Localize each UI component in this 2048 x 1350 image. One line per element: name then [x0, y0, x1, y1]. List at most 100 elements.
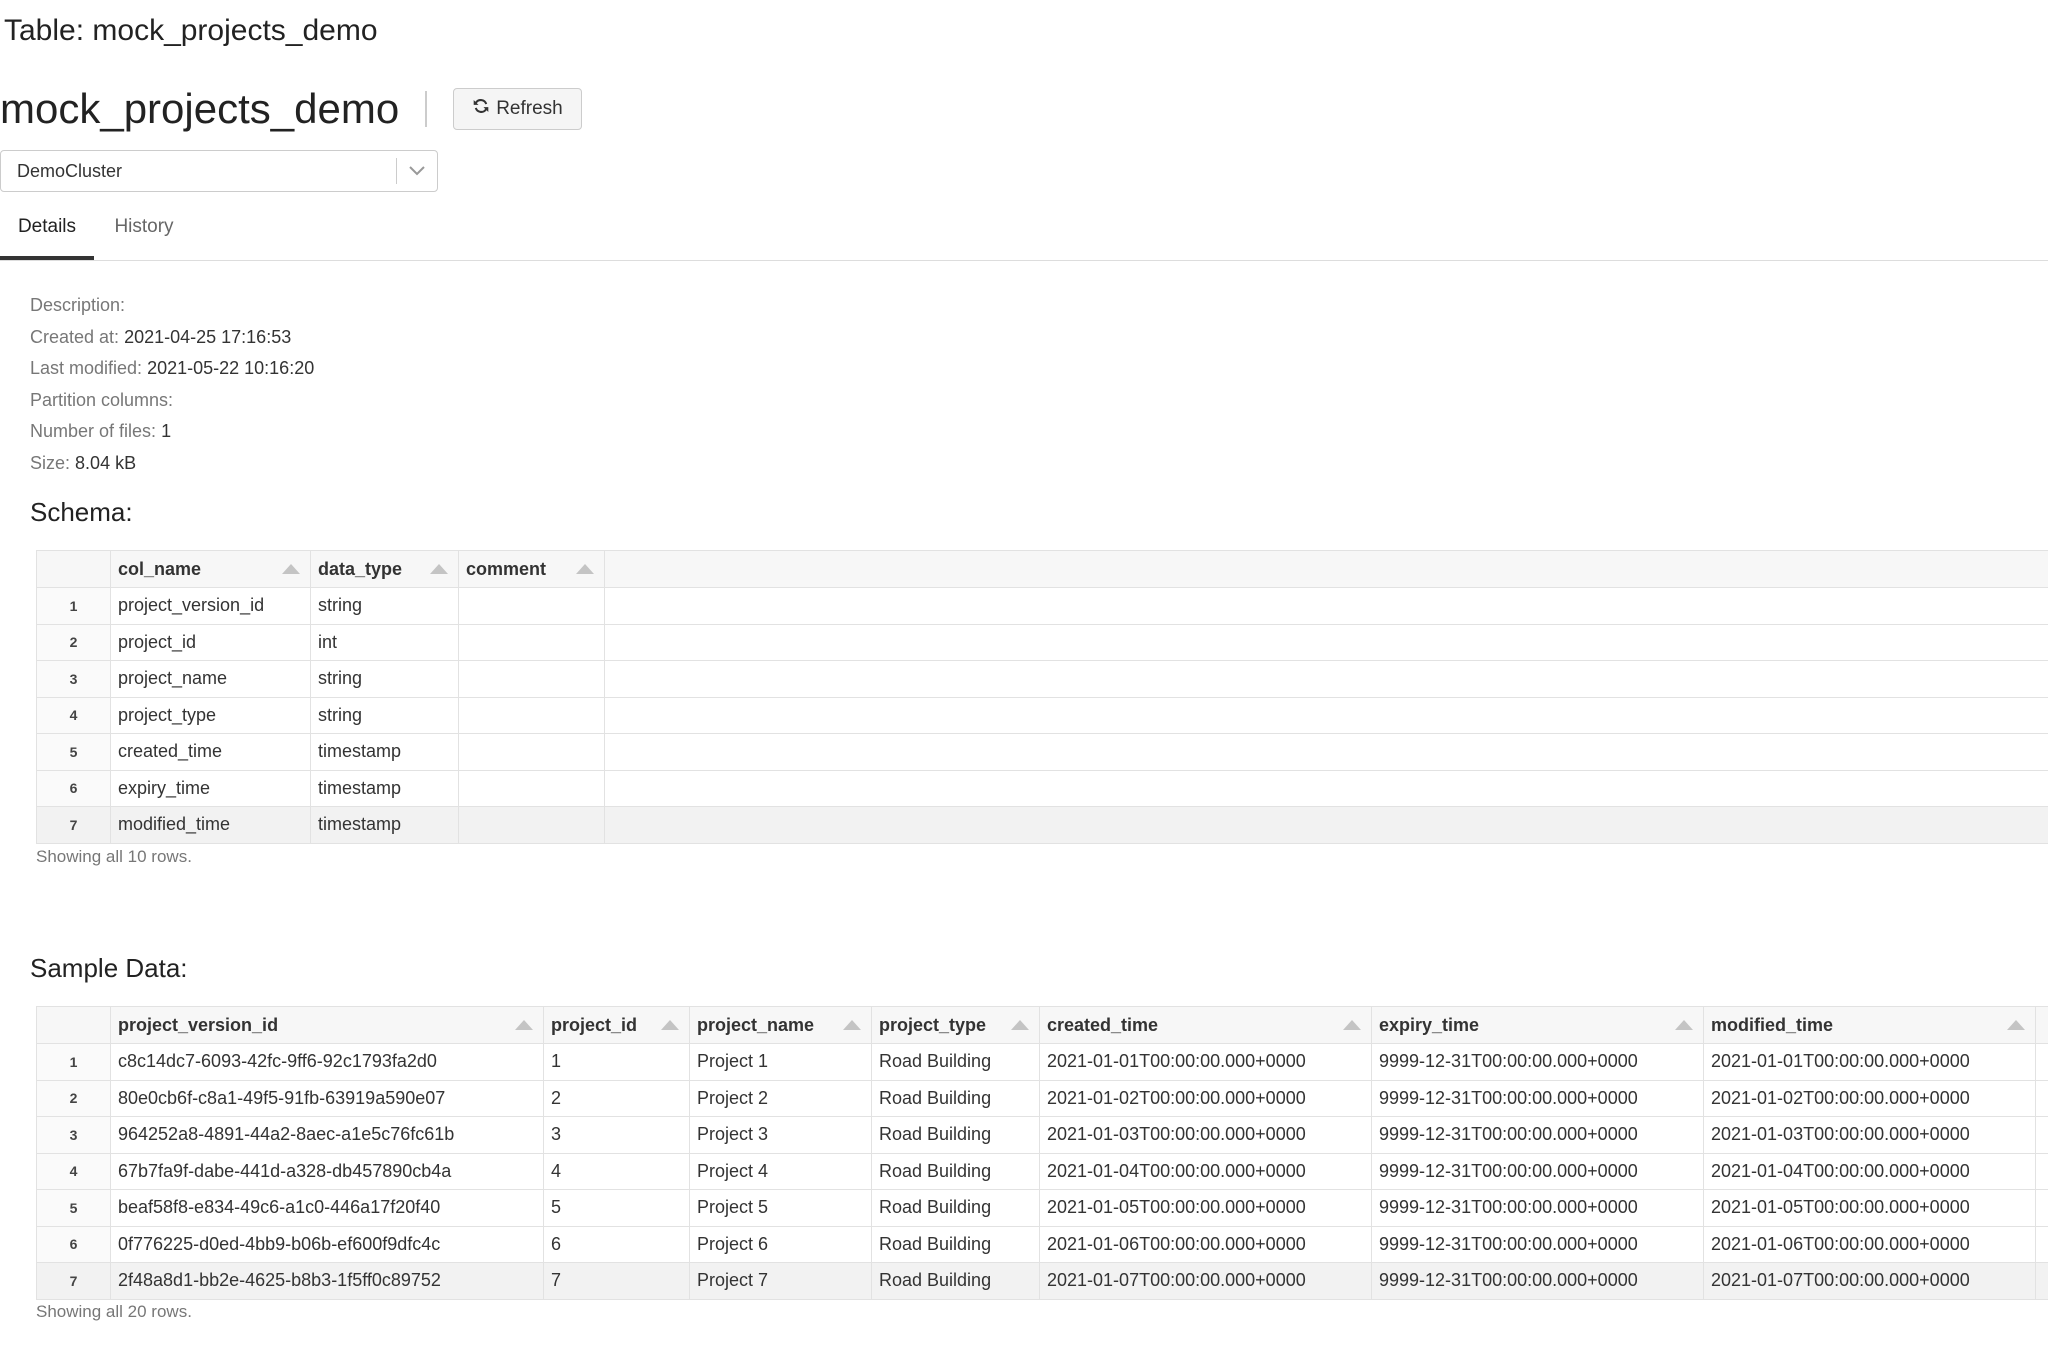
table-cell: 0f776225-d0ed-4bb9-b06b-ef600f9dfc4c	[110, 1225, 544, 1263]
table-cell: timestamp	[310, 733, 459, 771]
table-cell: 2021-01-03T00:00:00.000+0000	[1039, 1116, 1372, 1154]
tab-history[interactable]: History	[98, 206, 190, 260]
row-filler	[604, 770, 2048, 807]
table-cell: Project 3	[689, 1116, 872, 1154]
column-header[interactable]: project_name	[689, 1006, 872, 1044]
table-row[interactable]: 3 964252a8-4891-44a2-8aec-a1e5c76fc61b 3 Pr…	[36, 1116, 2048, 1154]
row-index-cell: 1	[36, 587, 111, 625]
chevron-down-icon[interactable]	[397, 165, 437, 177]
table-cell: 2021-01-05T00:00:00.000+0000	[1703, 1189, 2036, 1227]
cluster-select[interactable]: DemoCluster	[0, 150, 438, 192]
table-cell: 1	[543, 1043, 690, 1081]
column-header[interactable]: data_type	[310, 550, 459, 588]
table-cell: 2	[543, 1079, 690, 1117]
row-filler	[604, 733, 2048, 771]
column-header[interactable]: comment	[458, 550, 605, 588]
table-cell: c8c14dc7-6093-42fc-9ff6-92c1793fa2d0	[110, 1043, 544, 1081]
sort-asc-icon[interactable]	[576, 564, 594, 574]
detail-size: Size: 8.04 kB	[30, 452, 137, 473]
sort-asc-icon[interactable]	[515, 1020, 533, 1030]
sample-header-row: project_version_id project_id project_na…	[36, 1006, 2048, 1044]
column-header[interactable]: modified_time	[1703, 1006, 2036, 1044]
table-cell: 2021-01-02T00:00:00.000+0000	[1703, 1079, 2036, 1117]
table-cell: string	[310, 660, 459, 698]
table-cell	[458, 733, 605, 771]
table-cell: Project 5	[689, 1189, 872, 1227]
table-row[interactable]: 5 beaf58f8-e834-49c6-a1c0-446a17f20f40 5 Pr…	[36, 1189, 2048, 1227]
sample-row-count: Showing all 20 rows.	[36, 1302, 192, 1321]
sort-asc-icon[interactable]	[1343, 1020, 1361, 1030]
row-index-cell: 7	[36, 806, 111, 844]
table-cell: 9999-12-31T00:00:00.000+0000	[1371, 1043, 1704, 1081]
column-header[interactable]: project_version_id	[110, 1006, 544, 1044]
table-row[interactable]: 3 project_name string	[36, 660, 2048, 698]
table-row[interactable]: 1 c8c14dc7-6093-42fc-9ff6-92c1793fa2d0 1 Pr…	[36, 1043, 2048, 1081]
schema-table: col_name data_type comment 1 project_vers…	[36, 550, 2048, 844]
table-row[interactable]: 4 67b7fa9f-dabe-441d-a328-db457890cb4a 4 Pr…	[36, 1152, 2048, 1190]
table-cell: Road Building	[871, 1079, 1040, 1117]
schema-title: Schema:	[30, 497, 133, 527]
sort-asc-icon[interactable]	[843, 1020, 861, 1030]
table-cell: 4	[543, 1152, 690, 1190]
detail-last-modified: Last modified: 2021-05-22 10:16:20	[30, 358, 315, 379]
table-row[interactable]: 7 2f48a8d1-bb2e-4625-b8b3-1f5ff0c89752 7 Pr…	[36, 1262, 2048, 1300]
table-row[interactable]: 2 project_id int	[36, 623, 2048, 661]
table-row[interactable]: 6 0f776225-d0ed-4bb9-b06b-ef600f9dfc4c 6 Pr…	[36, 1225, 2048, 1263]
detail-partition-columns: Partition columns:	[30, 389, 174, 410]
table-cell: expiry_time	[110, 769, 311, 807]
table-cell: Project 1	[689, 1043, 872, 1081]
table-cell: project_id	[110, 623, 311, 661]
column-header[interactable]: project_id	[543, 1006, 690, 1044]
sort-asc-icon[interactable]	[430, 564, 448, 574]
table-cell: 2021-01-03T00:00:00.000+0000	[1703, 1116, 2036, 1154]
table-cell: 2021-01-07T00:00:00.000+0000	[1039, 1262, 1372, 1300]
table-cell: 2021-01-07T00:00:00.000+0000	[1703, 1262, 2036, 1300]
table-cell: string	[310, 696, 459, 734]
table-cell: created_time	[110, 733, 311, 771]
table-row[interactable]: 6 expiry_time timestamp	[36, 769, 2048, 807]
refresh-button[interactable]: Refresh	[453, 88, 582, 130]
row-index-cell: 2	[36, 1079, 111, 1117]
sort-asc-icon[interactable]	[282, 564, 300, 574]
table-cell	[458, 623, 605, 661]
table-row[interactable]: 5 created_time timestamp	[36, 733, 2048, 771]
column-header[interactable]: project_type	[871, 1006, 1040, 1044]
table-cell	[458, 587, 605, 625]
table-row[interactable]: 1 project_version_id string	[36, 587, 2048, 625]
row-filler	[2035, 1189, 2048, 1227]
sample-data-title: Sample Data:	[30, 953, 188, 983]
table-cell: modified_time	[110, 806, 311, 844]
table-row[interactable]: 7 modified_time timestamp	[36, 806, 2048, 844]
tab-details[interactable]: Details	[0, 206, 94, 260]
table-cell: 9999-12-31T00:00:00.000+0000	[1371, 1116, 1704, 1154]
table-row[interactable]: 4 project_type string	[36, 696, 2048, 734]
sort-asc-icon[interactable]	[2007, 1020, 2025, 1030]
table-cell	[458, 696, 605, 734]
header-filler	[2035, 1006, 2048, 1044]
row-index-cell: 6	[36, 1225, 111, 1263]
column-header[interactable]: created_time	[1039, 1006, 1372, 1044]
tab-bar: Details History	[0, 206, 2048, 261]
column-header[interactable]: col_name	[110, 550, 311, 588]
refresh-label: Refresh	[496, 98, 563, 119]
detail-created-at: Created at: 2021-04-25 17:16:53	[30, 326, 292, 347]
sort-asc-icon[interactable]	[661, 1020, 679, 1030]
table-row[interactable]: 2 80e0cb6f-c8a1-49f5-91fb-63919a590e07 2 Pr…	[36, 1079, 2048, 1117]
column-header[interactable]: expiry_time	[1371, 1006, 1704, 1044]
sort-asc-icon[interactable]	[1675, 1020, 1693, 1030]
sort-asc-icon[interactable]	[1011, 1020, 1029, 1030]
row-filler	[604, 697, 2048, 734]
row-index-cell: 4	[36, 696, 111, 734]
row-index-cell: 4	[36, 1152, 111, 1190]
row-filler	[2035, 1043, 2048, 1081]
table-header: mock_projects_demo Refresh	[0, 84, 582, 134]
detail-description: Description:	[30, 295, 126, 315]
table-cell: beaf58f8-e834-49c6-a1c0-446a17f20f40	[110, 1189, 544, 1227]
table-cell: 9999-12-31T00:00:00.000+0000	[1371, 1152, 1704, 1190]
table-cell: Road Building	[871, 1262, 1040, 1300]
row-filler	[604, 624, 2048, 661]
row-index-cell: 2	[36, 623, 111, 661]
row-index-cell: 7	[36, 1262, 111, 1300]
row-filler	[604, 587, 2048, 625]
table-cell: 2021-01-01T00:00:00.000+0000	[1039, 1043, 1372, 1081]
